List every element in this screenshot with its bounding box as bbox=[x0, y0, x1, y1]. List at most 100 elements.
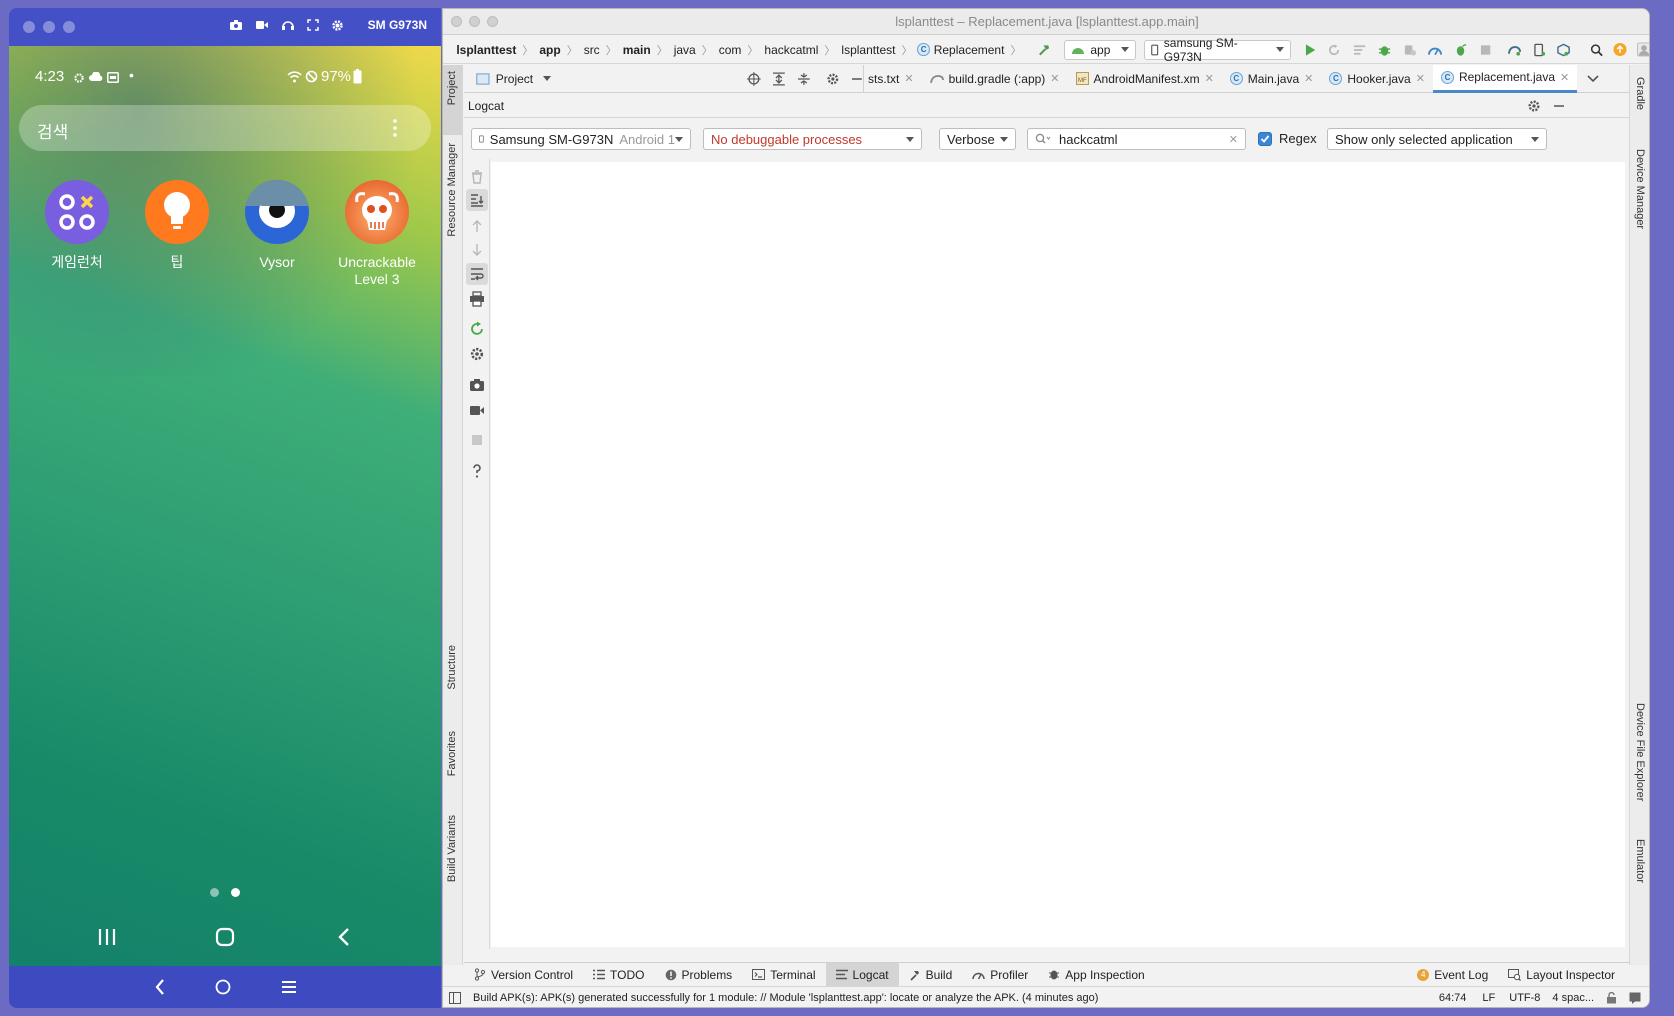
print-icon[interactable] bbox=[469, 291, 485, 307]
status-message[interactable]: Build APK(s): APK(s) generated successfu… bbox=[473, 992, 1363, 1004]
stop-icon[interactable] bbox=[469, 432, 485, 448]
locate-icon[interactable] bbox=[747, 71, 761, 86]
project-pane-label[interactable]: Project bbox=[496, 72, 533, 86]
hide-icon[interactable] bbox=[851, 73, 863, 85]
vysor-menu-icon[interactable] bbox=[281, 980, 297, 994]
tab-app-inspection[interactable]: App Inspection bbox=[1038, 963, 1154, 987]
apply-code-changes-icon[interactable] bbox=[1353, 43, 1366, 57]
fullscreen-icon[interactable] bbox=[306, 19, 319, 31]
up-arrow-icon[interactable] bbox=[469, 218, 485, 234]
page-dot-1[interactable] bbox=[210, 888, 219, 897]
editor-tab[interactable]: C Hooker.java ✕ bbox=[1321, 65, 1433, 93]
scroll-to-end-icon[interactable] bbox=[469, 192, 485, 208]
hide-panel-icon[interactable] bbox=[1553, 100, 1565, 112]
editor-tab[interactable]: C Main.java ✕ bbox=[1222, 65, 1322, 93]
update-icon[interactable] bbox=[1613, 42, 1627, 57]
line-separator[interactable]: LF bbox=[1482, 992, 1495, 1004]
search-everywhere-icon[interactable] bbox=[1590, 43, 1603, 57]
close-tab-icon[interactable]: ✕ bbox=[904, 72, 913, 85]
zoom-button[interactable] bbox=[487, 16, 498, 27]
search-bar[interactable]: 검색 bbox=[19, 105, 431, 151]
clear-logcat-icon[interactable] bbox=[469, 169, 485, 185]
breadcrumb-main[interactable]: main bbox=[619, 43, 655, 57]
logcat-level-dropdown[interactable]: Verbose bbox=[939, 128, 1016, 150]
gear-icon[interactable] bbox=[1527, 99, 1541, 113]
screen-record-icon[interactable] bbox=[469, 402, 485, 418]
editor-tab[interactable]: MF AndroidManifest.xm ✕ bbox=[1068, 65, 1222, 93]
home-icon[interactable] bbox=[215, 927, 235, 947]
logcat-process-dropdown[interactable]: No debuggable processes bbox=[703, 128, 922, 150]
stop-icon[interactable] bbox=[1480, 44, 1491, 56]
tab-todo[interactable]: TODO bbox=[583, 963, 654, 987]
gear-icon[interactable] bbox=[826, 72, 840, 86]
account-icon[interactable] bbox=[1636, 42, 1650, 57]
down-arrow-icon[interactable] bbox=[469, 242, 485, 258]
run-icon[interactable] bbox=[1305, 43, 1316, 57]
tab-problems[interactable]: Problems bbox=[655, 963, 743, 987]
recents-icon[interactable] bbox=[97, 928, 117, 946]
gear-icon[interactable] bbox=[331, 19, 344, 32]
app-game-launcher[interactable]: 게임런처 bbox=[27, 180, 127, 271]
breadcrumb-hackcatml[interactable]: hackcatml bbox=[760, 43, 822, 57]
tool-window-emulator[interactable]: Emulator bbox=[1634, 839, 1646, 883]
tab-event-log[interactable]: 4 Event Log bbox=[1407, 963, 1498, 987]
breadcrumb-module[interactable]: app bbox=[535, 43, 564, 57]
debug-bug-icon[interactable] bbox=[1454, 43, 1467, 57]
editor-tab[interactable]: sts.txt ✕ bbox=[864, 65, 922, 93]
tab-list-chevron-icon[interactable] bbox=[1587, 74, 1599, 83]
screenshot-icon[interactable] bbox=[229, 19, 243, 31]
status-panel-toggle-icon[interactable] bbox=[449, 992, 461, 1004]
back-icon[interactable] bbox=[337, 927, 351, 947]
gear-icon[interactable] bbox=[469, 346, 485, 362]
debug-icon[interactable] bbox=[1378, 43, 1391, 57]
tool-window-device-file-explorer[interactable]: Device File Explorer bbox=[1634, 703, 1646, 801]
notifications-icon[interactable] bbox=[1629, 992, 1641, 1004]
breadcrumb-src[interactable]: src bbox=[580, 43, 604, 57]
tool-window-structure[interactable]: Structure bbox=[446, 645, 458, 690]
tab-profiler[interactable]: Profiler bbox=[962, 963, 1038, 987]
app-uncrackable[interactable]: Uncrackable Level 3 bbox=[327, 180, 427, 288]
help-icon[interactable] bbox=[469, 463, 485, 479]
gradle-sync-icon[interactable] bbox=[1507, 43, 1522, 57]
tab-version-control[interactable]: Version Control bbox=[464, 963, 583, 987]
screen-capture-icon[interactable] bbox=[469, 377, 485, 393]
expand-all-icon[interactable] bbox=[772, 71, 786, 86]
indent-setting[interactable]: 4 spac... bbox=[1552, 992, 1594, 1004]
app-vysor[interactable]: Vysor bbox=[227, 180, 327, 271]
collapse-all-icon[interactable] bbox=[797, 72, 811, 86]
run-config-dropdown[interactable]: app bbox=[1064, 39, 1137, 60]
tab-terminal[interactable]: Terminal bbox=[742, 963, 825, 987]
soft-wrap-icon[interactable] bbox=[469, 266, 485, 282]
zoom-button[interactable] bbox=[63, 21, 75, 33]
breadcrumb-class[interactable]: Replacement bbox=[930, 43, 1009, 57]
close-tab-icon[interactable]: ✕ bbox=[1560, 71, 1569, 84]
profile-icon[interactable] bbox=[1428, 44, 1443, 56]
app-tips[interactable]: 팁 bbox=[127, 180, 227, 271]
tab-layout-inspector[interactable]: Layout Inspector bbox=[1498, 963, 1625, 987]
tool-window-gradle[interactable]: Gradle bbox=[1634, 77, 1646, 110]
record-icon[interactable] bbox=[255, 19, 269, 31]
headphones-icon[interactable] bbox=[281, 19, 295, 31]
device-selector-dropdown[interactable]: samsung SM-G973N bbox=[1144, 36, 1291, 64]
vysor-home-icon[interactable] bbox=[215, 979, 231, 995]
close-tab-icon[interactable]: ✕ bbox=[1304, 72, 1313, 85]
logcat-device-dropdown[interactable]: Samsung SM-G973N Android 1 bbox=[471, 128, 691, 150]
minimize-button[interactable] bbox=[43, 21, 55, 33]
avd-manager-icon[interactable] bbox=[1533, 43, 1545, 57]
logcat-filter-dropdown[interactable]: Show only selected application bbox=[1327, 128, 1547, 150]
logcat-output[interactable] bbox=[491, 162, 1625, 947]
editor-tab-active[interactable]: C Replacement.java ✕ bbox=[1432, 64, 1578, 93]
clear-search-icon[interactable]: ✕ bbox=[1229, 133, 1238, 146]
regex-option[interactable]: Regex bbox=[1258, 131, 1317, 146]
regex-checkbox[interactable] bbox=[1258, 131, 1272, 146]
close-button[interactable] bbox=[23, 21, 35, 33]
logcat-search-field[interactable]: hackcatml ✕ bbox=[1027, 128, 1246, 150]
breadcrumb-java[interactable]: java bbox=[670, 43, 700, 57]
tool-window-build-variants[interactable]: Build Variants bbox=[446, 815, 458, 882]
close-tab-icon[interactable]: ✕ bbox=[1416, 72, 1425, 85]
breadcrumb-com[interactable]: com bbox=[715, 43, 746, 57]
caret-position[interactable]: 64:74 bbox=[1439, 992, 1467, 1004]
restart-icon[interactable] bbox=[469, 321, 485, 337]
page-dot-2-active[interactable] bbox=[231, 888, 240, 897]
file-encoding[interactable]: UTF-8 bbox=[1509, 992, 1540, 1004]
